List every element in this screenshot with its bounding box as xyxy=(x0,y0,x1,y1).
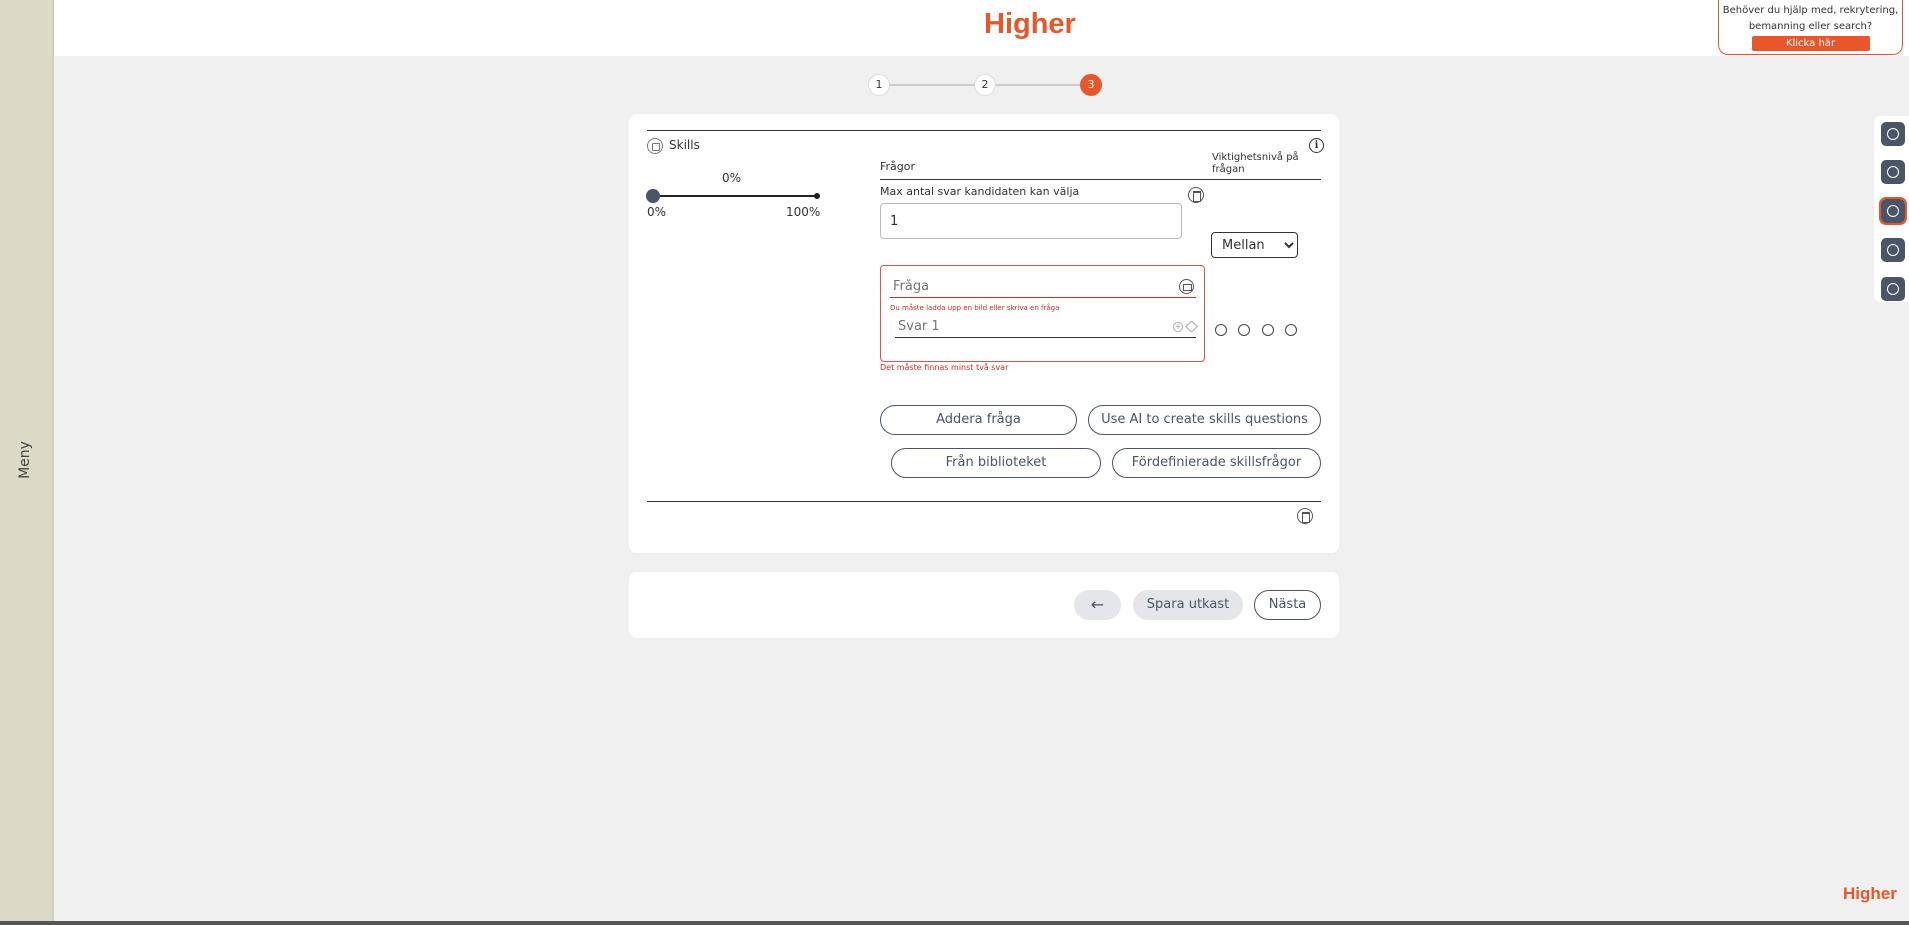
weight-slider-thumb[interactable] xyxy=(646,189,660,203)
add-question-button[interactable]: Addera fråga xyxy=(880,405,1077,435)
section-title: Skills xyxy=(669,138,700,152)
help-text: Behöver du hjälp med, rekrytering, beman… xyxy=(1722,5,1899,32)
stepper: 1 2 3 xyxy=(868,74,1102,96)
question-error: Du måste ladda upp en bild eller skriva … xyxy=(890,304,1060,312)
delete-section-icon[interactable] xyxy=(1297,508,1313,524)
step-3[interactable]: 3 xyxy=(1080,74,1102,96)
max-answers-label: Max antal svar kandidaten kan välja xyxy=(880,185,1080,198)
skills-icon[interactable] xyxy=(1879,197,1907,225)
importance-header: Viktighetsnivå på frågan xyxy=(1212,152,1299,175)
question-input[interactable] xyxy=(890,276,1196,298)
ai-questions-button[interactable]: Use AI to create skills questions xyxy=(1088,405,1321,435)
skills-icon xyxy=(647,138,663,154)
step-2[interactable]: 2 xyxy=(974,74,996,96)
divider xyxy=(647,130,1321,131)
importance-select[interactable]: Mellan xyxy=(1211,232,1298,258)
back-button[interactable]: ← xyxy=(1074,590,1121,620)
slider-max-label: 100% xyxy=(786,205,821,219)
delete-question-icon[interactable] xyxy=(1188,187,1204,203)
importance-radio[interactable] xyxy=(1262,324,1274,336)
max-answers-input[interactable] xyxy=(880,203,1182,239)
link-icon[interactable] xyxy=(1881,160,1905,184)
sidebar-menu-label[interactable]: Meny xyxy=(17,441,33,479)
questions-header: Frågor xyxy=(880,160,916,173)
info-icon[interactable]: i xyxy=(1309,138,1324,153)
step-connector xyxy=(890,84,974,86)
logo[interactable]: Higher xyxy=(984,8,1076,41)
image-upload-icon[interactable] xyxy=(1179,279,1194,294)
step-1[interactable]: 1 xyxy=(868,74,890,96)
header: Higher xyxy=(54,0,1909,56)
question-block: Du måste ladda upp en bild eller skriva … xyxy=(880,265,1205,362)
heart-icon[interactable] xyxy=(1881,238,1905,262)
from-library-button[interactable]: Från biblioteket xyxy=(891,448,1101,478)
add-answer-icon[interactable]: + xyxy=(1173,322,1183,332)
help-banner: Behöver du hjälp med, rekrytering, beman… xyxy=(1718,0,1903,55)
navigation-card: ← Spara utkast Nästa xyxy=(629,572,1339,638)
bottom-bar xyxy=(0,921,1909,925)
divider xyxy=(647,501,1321,502)
answers-error: Det måste finnas minst två svar xyxy=(880,363,1009,372)
step-connector xyxy=(996,84,1080,86)
next-button[interactable]: Nästa xyxy=(1254,590,1321,620)
slider-end-dot xyxy=(814,193,820,199)
slider-min-label: 0% xyxy=(647,205,667,219)
slider-value: 0% xyxy=(722,171,742,185)
header-divider xyxy=(880,179,1321,180)
help-button[interactable]: Klicka här xyxy=(1751,36,1870,51)
answer-input[interactable] xyxy=(895,316,1196,338)
importance-radio[interactable] xyxy=(1215,324,1227,336)
importance-radio[interactable] xyxy=(1285,324,1297,336)
importance-radio[interactable] xyxy=(1238,324,1250,336)
predefined-questions-button[interactable]: Fördefinierade skillsfrågor xyxy=(1112,448,1321,478)
skills-card: Skills i 0% 0% 100% Frågor Viktighetsniv… xyxy=(629,114,1339,553)
corner-logo: Higher xyxy=(1843,884,1897,903)
save-draft-button[interactable]: Spara utkast xyxy=(1133,590,1243,620)
play-icon[interactable] xyxy=(1881,277,1905,301)
profile-icon[interactable] xyxy=(1881,122,1905,146)
weight-slider-track[interactable] xyxy=(651,195,817,197)
sidebar[interactable]: Meny xyxy=(0,0,54,925)
right-rail xyxy=(1874,116,1909,302)
